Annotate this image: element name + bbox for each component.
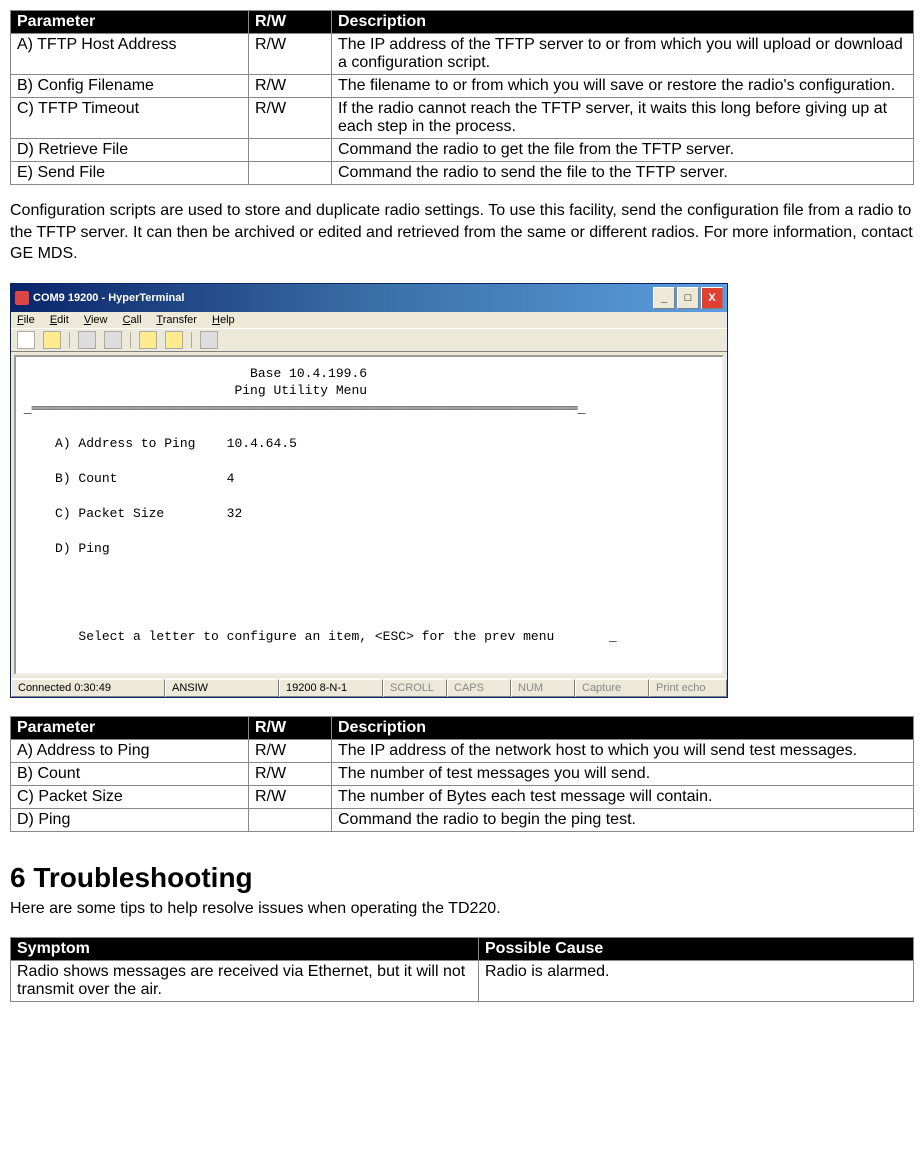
th-description: Description (332, 716, 914, 739)
cell-param: D) Retrieve File (11, 139, 249, 162)
window-titlebar: COM9 19200 - HyperTerminal _ □ X (11, 284, 727, 312)
menu-call[interactable]: Call (123, 314, 142, 326)
table-row: B) Config Filename R/W The filename to o… (11, 75, 914, 98)
terminal-output: Base 10.4.199.6 Ping Utility Menu _═════… (14, 355, 724, 675)
hyperterminal-window: COM9 19200 - HyperTerminal _ □ X File Ed… (10, 283, 728, 698)
cell-desc: The number of Bytes each test message wi… (332, 785, 914, 808)
cell-rw: R/W (249, 75, 332, 98)
troubleshooting-table: Symptom Possible Cause Radio shows messa… (10, 937, 914, 1002)
receive-icon[interactable] (165, 331, 183, 349)
status-scroll: SCROLL (383, 679, 447, 697)
properties-icon[interactable] (200, 331, 218, 349)
toolbar-separator (191, 332, 192, 348)
table-row: D) Retrieve File Command the radio to ge… (11, 139, 914, 162)
table-row: A) TFTP Host Address R/W The IP address … (11, 34, 914, 75)
cell-desc: The IP address of the network host to wh… (332, 739, 914, 762)
table-row: A) Address to Ping R/W The IP address of… (11, 739, 914, 762)
term-line-label: B) Count (55, 471, 117, 486)
cell-rw: R/W (249, 98, 332, 139)
toolbar-separator (69, 332, 70, 348)
cell-desc: The IP address of the TFTP server to or … (332, 34, 914, 75)
cell-rw: R/W (249, 785, 332, 808)
term-line-label: A) Address to Ping (55, 436, 195, 451)
toolbar (11, 328, 727, 352)
cell-param: B) Config Filename (11, 75, 249, 98)
cell-rw (249, 162, 332, 185)
status-capture: Capture (575, 679, 649, 697)
toolbar-separator (130, 332, 131, 348)
table-row: E) Send File Command the radio to send t… (11, 162, 914, 185)
menu-transfer[interactable]: Transfer (156, 314, 197, 326)
th-description: Description (332, 11, 914, 34)
ping-parameters-table: Parameter R/W Description A) Address to … (10, 716, 914, 832)
cell-param: A) Address to Ping (11, 739, 249, 762)
term-line-value: 32 (227, 506, 243, 521)
terminal-header-ip: Base 10.4.199.6 (250, 366, 367, 381)
cell-rw: R/W (249, 34, 332, 75)
cell-param: C) Packet Size (11, 785, 249, 808)
cell-param: E) Send File (11, 162, 249, 185)
cell-desc: Command the radio to send the file to th… (332, 162, 914, 185)
table-row: C) Packet Size R/W The number of Bytes e… (11, 785, 914, 808)
cell-cause: Radio is alarmed. (479, 961, 914, 1002)
term-line-label: D) Ping (55, 541, 110, 556)
term-line-label: C) Packet Size (55, 506, 164, 521)
close-button[interactable]: X (701, 287, 723, 309)
cell-rw (249, 808, 332, 831)
cell-desc: If the radio cannot reach the TFTP serve… (332, 98, 914, 139)
cell-rw: R/W (249, 762, 332, 785)
new-icon[interactable] (17, 331, 35, 349)
table-row: B) Count R/W The number of test messages… (11, 762, 914, 785)
cell-param: A) TFTP Host Address (11, 34, 249, 75)
cell-desc: The filename to or from which you will s… (332, 75, 914, 98)
disconnect-icon[interactable] (104, 331, 122, 349)
menu-file[interactable]: File (17, 314, 35, 326)
status-bar: Connected 0:30:49 ANSIW 19200 8-N-1 SCRO… (11, 678, 727, 697)
table-row: C) TFTP Timeout R/W If the radio cannot … (11, 98, 914, 139)
terminal-header-title: Ping Utility Menu (234, 383, 367, 398)
term-line-value: 4 (227, 471, 235, 486)
table-row: D) Ping Command the radio to begin the p… (11, 808, 914, 831)
cell-rw (249, 139, 332, 162)
app-icon (15, 291, 29, 305)
cell-desc: Command the radio to get the file from t… (332, 139, 914, 162)
status-printecho: Print echo (649, 679, 727, 697)
connect-icon[interactable] (78, 331, 96, 349)
status-connected: Connected 0:30:49 (11, 679, 165, 697)
section-6-heading: 6 Troubleshooting (10, 862, 914, 894)
th-parameter: Parameter (11, 11, 249, 34)
send-icon[interactable] (139, 331, 157, 349)
th-parameter: Parameter (11, 716, 249, 739)
config-scripts-paragraph: Configuration scripts are used to store … (10, 200, 914, 265)
cell-desc: The number of test messages you will sen… (332, 762, 914, 785)
menu-bar: File Edit View Call Transfer Help (11, 312, 727, 328)
th-cause: Possible Cause (479, 938, 914, 961)
cell-symptom: Radio shows messages are received via Et… (11, 961, 479, 1002)
cell-rw: R/W (249, 739, 332, 762)
cell-param: B) Count (11, 762, 249, 785)
window-title: COM9 19200 - HyperTerminal (33, 292, 184, 304)
status-emulation: ANSIW (165, 679, 279, 697)
term-line-value: 10.4.64.5 (227, 436, 297, 451)
minimize-button[interactable]: _ (653, 287, 675, 309)
status-num: NUM (511, 679, 575, 697)
tftp-parameters-table: Parameter R/W Description A) TFTP Host A… (10, 10, 914, 185)
troubleshooting-intro: Here are some tips to help resolve issue… (10, 898, 914, 920)
cell-param: C) TFTP Timeout (11, 98, 249, 139)
cell-desc: Command the radio to begin the ping test… (332, 808, 914, 831)
th-rw: R/W (249, 716, 332, 739)
status-settings: 19200 8-N-1 (279, 679, 383, 697)
th-symptom: Symptom (11, 938, 479, 961)
menu-help[interactable]: Help (212, 314, 235, 326)
menu-edit[interactable]: Edit (50, 314, 69, 326)
th-rw: R/W (249, 11, 332, 34)
cell-param: D) Ping (11, 808, 249, 831)
term-footer: Select a letter to configure an item, <E… (78, 629, 554, 644)
status-caps: CAPS (447, 679, 511, 697)
maximize-button[interactable]: □ (677, 287, 699, 309)
open-icon[interactable] (43, 331, 61, 349)
table-row: Radio shows messages are received via Et… (11, 961, 914, 1002)
menu-view[interactable]: View (84, 314, 108, 326)
